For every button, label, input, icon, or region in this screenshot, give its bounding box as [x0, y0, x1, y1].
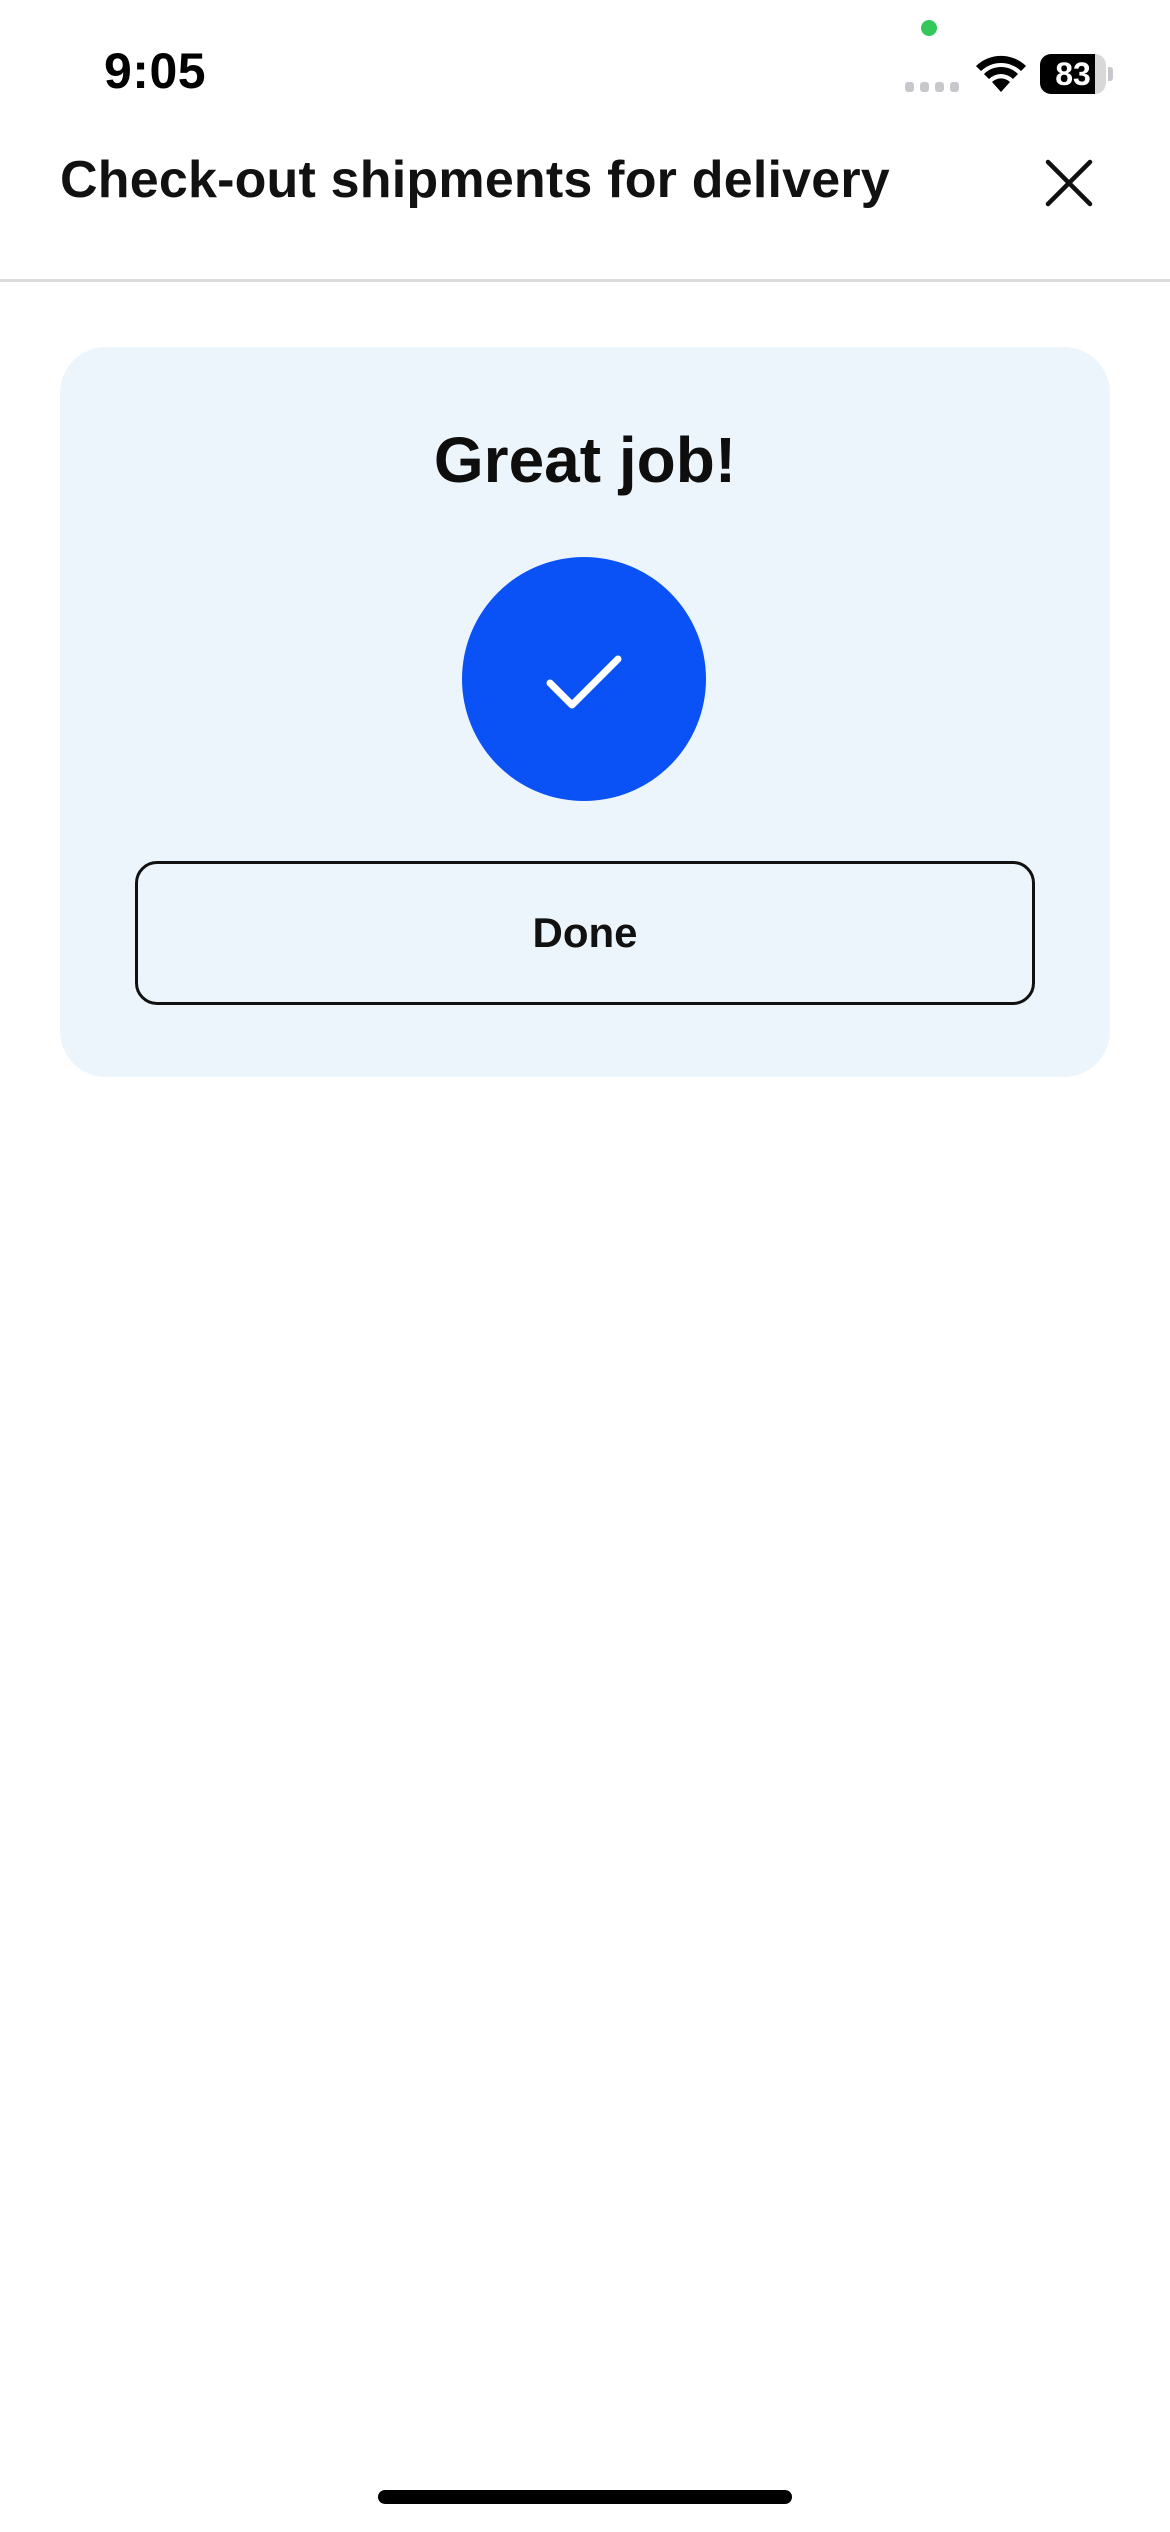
done-button[interactable]: Done [135, 861, 1035, 1005]
mic-indicator-icon [921, 20, 937, 36]
success-badge [462, 557, 706, 801]
home-indicator[interactable] [378, 2490, 792, 2504]
close-icon [1045, 159, 1093, 207]
success-card: Great job! Done [60, 347, 1110, 1077]
success-title: Great job! [433, 424, 737, 496]
wifi-icon [976, 55, 1026, 92]
page-header: Check-out shipments for delivery [0, 130, 1170, 282]
checkmark-icon [546, 655, 622, 709]
cellular-signal-icon [905, 76, 959, 92]
battery-icon: 83 [1040, 54, 1113, 94]
status-bar: 9:05 83 [0, 0, 1170, 130]
close-button[interactable] [1036, 150, 1102, 216]
status-time: 9:05 [104, 43, 207, 99]
battery-percent: 83 [1055, 56, 1091, 92]
page-title: Check-out shipments for delivery [60, 151, 890, 209]
